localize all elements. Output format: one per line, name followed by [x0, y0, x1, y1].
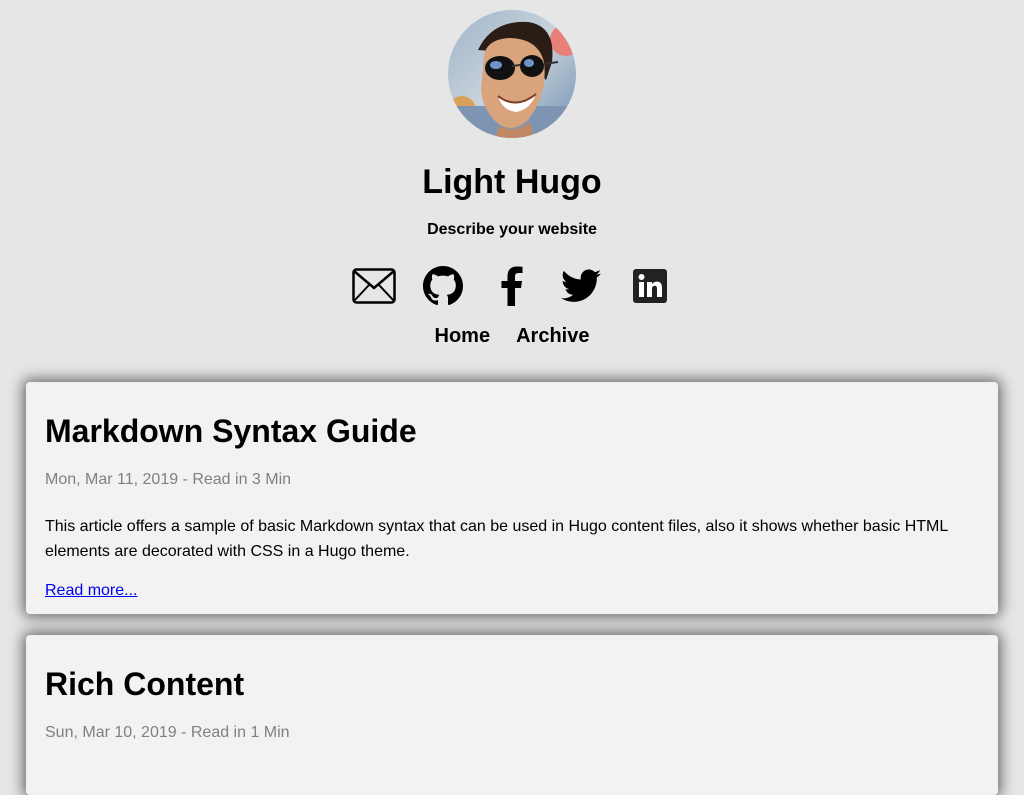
facebook-icon [501, 266, 523, 306]
avatar-image [448, 10, 576, 138]
post-title[interactable]: Markdown Syntax Guide [45, 382, 979, 450]
email-link[interactable] [352, 264, 396, 308]
linkedin-link[interactable] [628, 264, 672, 308]
github-icon [423, 266, 463, 306]
avatar[interactable] [448, 10, 576, 138]
post-title[interactable]: Rich Content [45, 635, 979, 703]
linkedin-icon [633, 269, 667, 303]
nav-archive[interactable]: Archive [516, 324, 589, 348]
site-title[interactable]: Light Hugo [0, 162, 1024, 202]
post-card: Markdown Syntax Guide Mon, Mar 11, 2019 … [26, 382, 998, 614]
post-meta: Mon, Mar 11, 2019 - Read in 3 Min [45, 471, 292, 488]
twitter-link[interactable] [559, 264, 603, 308]
facebook-link[interactable] [490, 264, 534, 308]
social-links [0, 264, 1024, 308]
site-description: Describe your website [427, 221, 597, 238]
site-header: Light Hugo Describe your website Home Ar… [0, 0, 1024, 348]
email-icon [352, 268, 396, 304]
read-more-link[interactable]: Read more... [45, 581, 137, 601]
post-summary: This article offers a sample of basic Ma… [45, 518, 948, 560]
main-nav: Home Archive [0, 324, 1024, 348]
github-link[interactable] [421, 264, 465, 308]
twitter-icon [561, 269, 601, 302]
post-card: Rich Content Sun, Mar 10, 2019 - Read in… [26, 635, 998, 795]
post-meta: Sun, Mar 10, 2019 - Read in 1 Min [45, 724, 290, 741]
nav-home[interactable]: Home [435, 324, 491, 348]
